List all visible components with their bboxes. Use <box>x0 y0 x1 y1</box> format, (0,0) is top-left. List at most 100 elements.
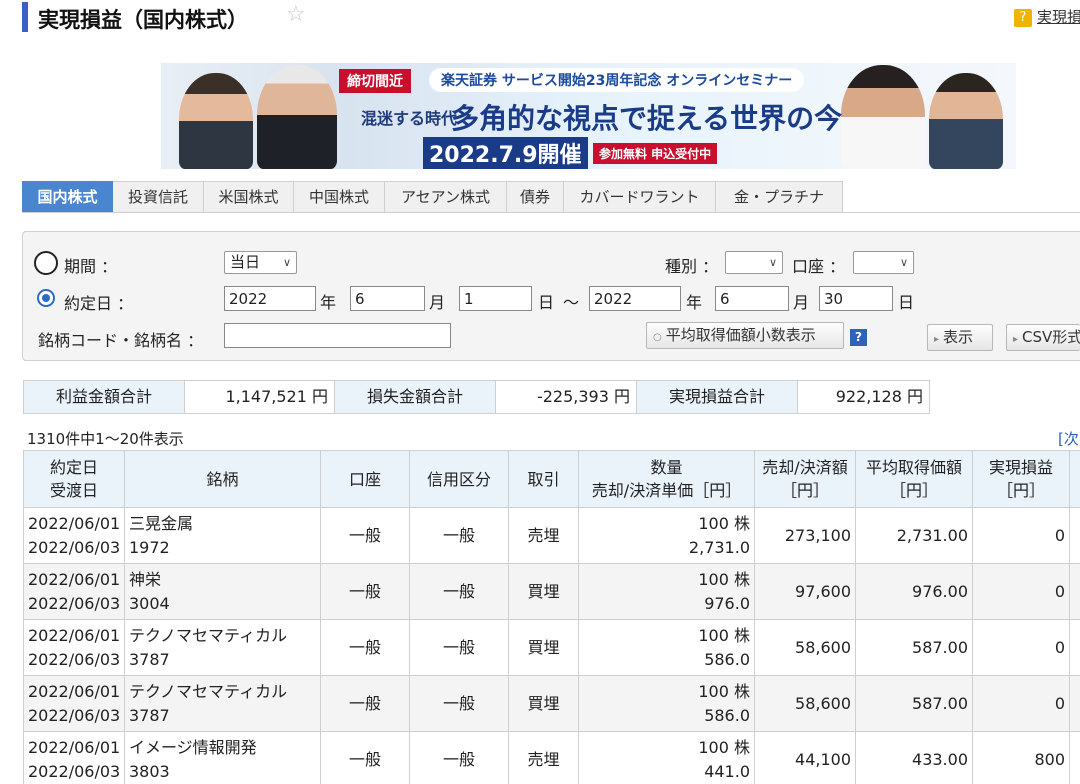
chevron-down-icon: ∨ <box>282 256 291 269</box>
cell-account: 一般 <box>320 675 410 732</box>
next-page-link[interactable]: [次へ <box>1058 428 1080 449</box>
cell-amount: 44,100 <box>754 731 856 784</box>
profit-total-value: 1,147,521 円 <box>185 381 335 413</box>
csv-button[interactable]: ▸ CSV形式 <box>1006 324 1080 351</box>
cell-dates: 2022/06/01 2022/06/03 <box>23 731 125 784</box>
banner-deadline-tag: 締切間近 <box>339 69 411 93</box>
cell-quantity: 100 株 976.0 <box>578 563 755 620</box>
cell-avg-cost: 433.00 <box>855 731 973 784</box>
cell-credit: 一般 <box>409 619 509 676</box>
asset-tabs: 国内株式 投資信託 米国株式 中国株式 アセアン株式 債券 カバードワラント 金… <box>22 181 843 213</box>
tab-domestic-stock[interactable]: 国内株式 <box>22 181 113 213</box>
title-bar: 実現損益（国内株式） ☆ ? 実現損益 <box>0 0 1080 36</box>
cell-account: 一般 <box>320 619 410 676</box>
cell-dates: 2022/06/01 2022/06/03 <box>23 675 125 732</box>
year-unit-label: 年 <box>686 293 703 312</box>
cell-avg-cost: 976.00 <box>855 563 973 620</box>
month-unit-label: 月 <box>429 293 446 312</box>
chevron-down-icon: ∨ <box>768 256 777 269</box>
cell-trade: 売埋 <box>508 507 579 564</box>
tab-china-stock[interactable]: 中国株式 <box>294 181 385 213</box>
cell-extra <box>1069 675 1080 732</box>
table-header-row: 約定日 受渡日 銘柄 口座 信用区分 取引 数量 売却/決済単価［円］ 売却/決済額… <box>23 450 1080 508</box>
cell-credit: 一般 <box>409 731 509 784</box>
cell-amount: 97,600 <box>754 563 856 620</box>
help-icon[interactable]: ? <box>850 329 867 346</box>
table-row: 2022/06/01 2022/06/03 テクノマセマティカル 3787 一般 一… <box>23 619 1080 676</box>
from-year-input[interactable] <box>224 286 316 311</box>
title-accent-bar <box>22 2 28 32</box>
cell-avg-cost: 587.00 <box>855 675 973 732</box>
header-extra <box>1069 450 1080 508</box>
stock-code-input[interactable] <box>224 323 451 348</box>
cell-dates: 2022/06/01 2022/06/03 <box>23 507 125 564</box>
banner-main-text: 多角的な視点で捉える世界の今 <box>451 102 843 135</box>
cell-trade: 買埋 <box>508 563 579 620</box>
banner-person-photo <box>841 65 925 169</box>
month-unit-label: 月 <box>793 293 810 312</box>
tab-gold-platinum[interactable]: 金・プラチナ <box>716 181 843 213</box>
header-date: 約定日 受渡日 <box>23 450 125 508</box>
tab-asean-stock[interactable]: アセアン株式 <box>385 181 507 213</box>
header-credit: 信用区分 <box>409 450 509 508</box>
year-unit-label: 年 <box>320 293 337 312</box>
period-select-value: 当日 <box>230 253 261 271</box>
help-icon: ? <box>1014 9 1032 27</box>
cell-stock: イメージ情報開発 3803 <box>124 731 321 784</box>
period-select[interactable]: 当日 ∨ <box>224 251 297 274</box>
tab-us-stock[interactable]: 米国株式 <box>204 181 294 213</box>
cell-amount: 58,600 <box>754 675 856 732</box>
banner-subtitle: 混迷する時代 <box>361 109 458 128</box>
cell-realized-pl: 0 <box>972 507 1070 564</box>
to-month-input[interactable] <box>715 286 789 311</box>
cell-credit: 一般 <box>409 563 509 620</box>
account-select[interactable]: ∨ <box>853 251 914 274</box>
trade-date-radio[interactable] <box>37 289 55 307</box>
page-title: 実現損益（国内株式） <box>38 8 248 32</box>
cell-realized-pl: 800 <box>972 731 1070 784</box>
tab-covered-warrant[interactable]: カバードワラント <box>564 181 716 213</box>
show-button[interactable]: ▸ 表示 <box>927 324 993 351</box>
day-unit-label: 日 <box>898 293 915 312</box>
to-year-input[interactable] <box>589 286 681 311</box>
tab-bond[interactable]: 債券 <box>507 181 564 213</box>
header-realized-pl: 実現損益 ［円］ <box>972 450 1070 508</box>
header-quantity: 数量 売却/決済単価［円］ <box>578 450 755 508</box>
cell-extra <box>1069 507 1080 564</box>
chevron-down-icon: ∨ <box>899 256 908 269</box>
from-month-input[interactable] <box>350 286 425 311</box>
cell-account: 一般 <box>320 563 410 620</box>
range-tilde: 〜 <box>563 293 580 312</box>
account-label: 口座 ： <box>792 257 846 276</box>
result-count: 1310件中1〜20件表示 <box>27 430 184 448</box>
cell-stock: テクノマセマティカル 3787 <box>124 675 321 732</box>
cell-stock: 神栄 3004 <box>124 563 321 620</box>
table-row: 2022/06/01 2022/06/03 イメージ情報開発 3803 一般 一般 … <box>23 731 1080 784</box>
cell-realized-pl: 0 <box>972 619 1070 676</box>
help-link[interactable]: ? 実現損益 <box>1014 6 1080 27</box>
favorite-star-icon[interactable]: ☆ <box>286 2 306 27</box>
to-day-input[interactable] <box>819 286 893 311</box>
csv-button-label: CSV形式 <box>1022 328 1080 346</box>
tab-investment-trust[interactable]: 投資信託 <box>113 181 204 213</box>
help-link-label: 実現損益 <box>1037 8 1080 26</box>
promo-banner[interactable]: 締切間近 楽天証券 サービス開始23周年記念 オンラインセミナー 混迷する時代 … <box>161 63 1016 169</box>
cell-avg-cost: 587.00 <box>855 619 973 676</box>
type-select[interactable]: ∨ <box>725 251 783 274</box>
avg-decimal-button[interactable]: ○ 平均取得価額小数表示 <box>646 322 844 349</box>
results-table: 約定日 受渡日 銘柄 口座 信用区分 取引 数量 売却/決済単価［円］ 売却/決済額… <box>23 450 1080 784</box>
type-label: 種別 ： <box>665 257 719 276</box>
table-row: 2022/06/01 2022/06/03 テクノマセマティカル 3787 一般 一… <box>23 675 1080 732</box>
cell-credit: 一般 <box>409 675 509 732</box>
trade-date-label: 約定日 ： <box>64 294 134 313</box>
period-radio[interactable] <box>34 251 58 275</box>
cell-trade: 売埋 <box>508 731 579 784</box>
header-avg-cost: 平均取得価額 ［円］ <box>855 450 973 508</box>
cell-quantity: 100 株 586.0 <box>578 675 755 732</box>
cell-avg-cost: 2,731.00 <box>855 507 973 564</box>
banner-headline-top: 楽天証券 サービス開始23周年記念 オンラインセミナー <box>429 68 805 92</box>
from-day-input[interactable] <box>459 286 532 311</box>
cell-account: 一般 <box>320 507 410 564</box>
header-amount: 売却/決済額 ［円］ <box>754 450 856 508</box>
radio-circle-icon: ○ <box>653 332 662 343</box>
